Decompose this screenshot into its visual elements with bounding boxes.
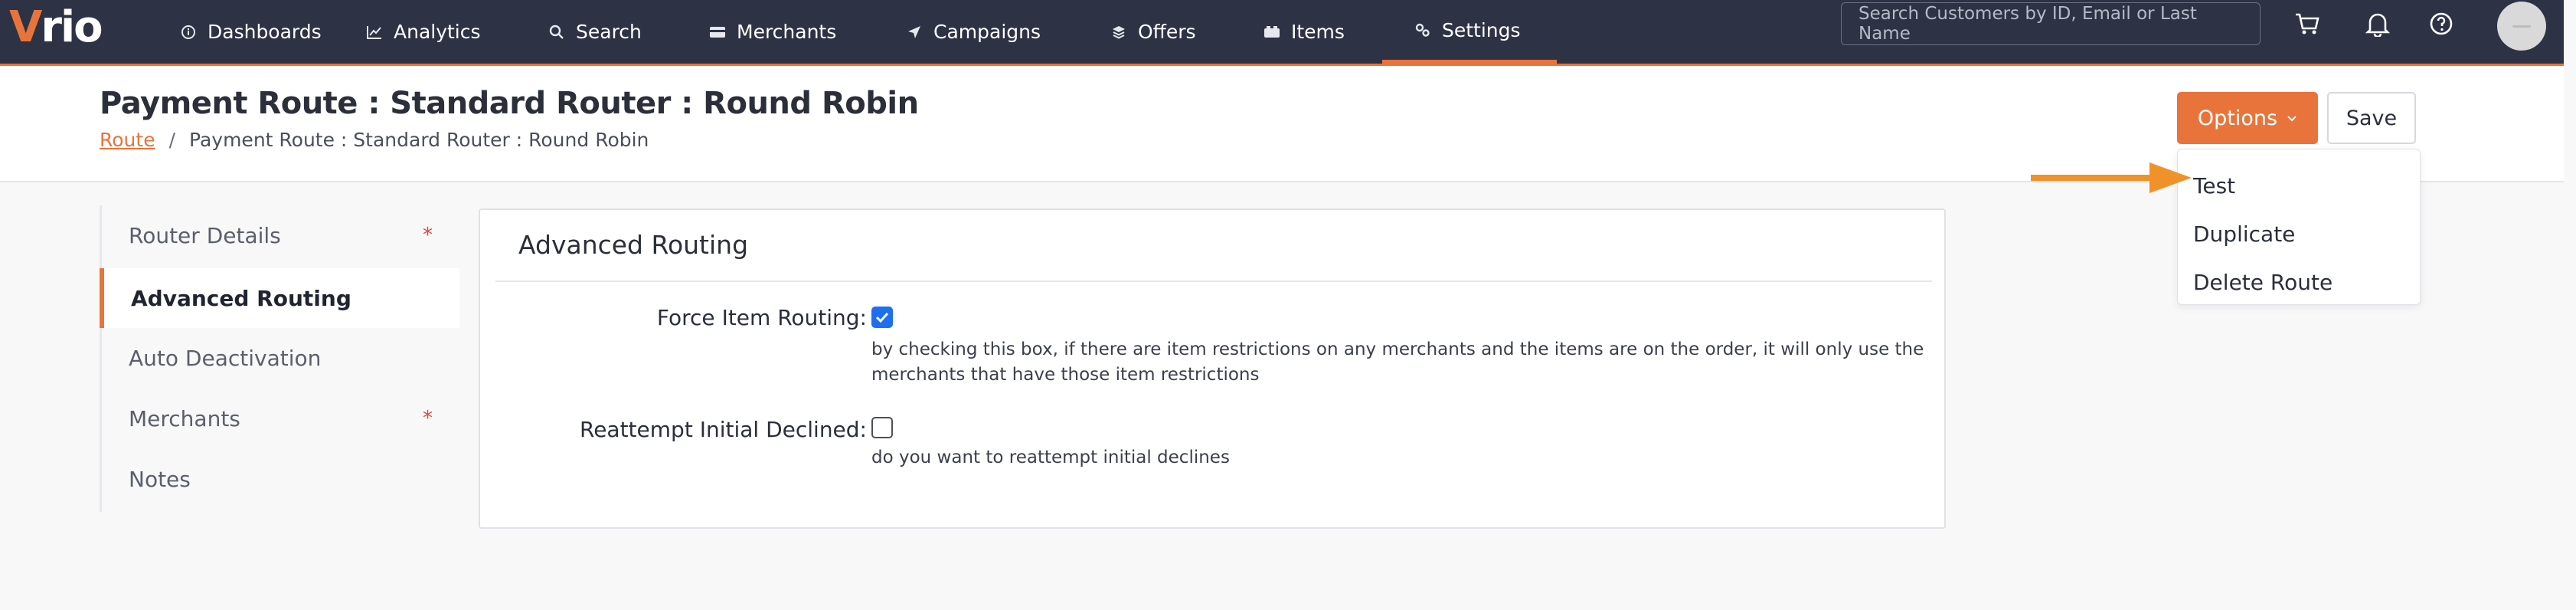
- pointer-arrow-annotation: [2031, 162, 2192, 193]
- nav-label: Offers: [1138, 21, 1196, 43]
- help-icon[interactable]: [2427, 9, 2456, 38]
- nav-label: Dashboards: [208, 21, 322, 43]
- required-marker: *: [423, 407, 433, 430]
- reattempt-initial-declined-help: do you want to reattempt initial decline…: [871, 445, 1928, 471]
- breadcrumb-current: Payment Route : Standard Router : Round …: [189, 129, 649, 151]
- send-icon: [906, 24, 923, 41]
- nav-label: Campaigns: [933, 21, 1041, 43]
- line-chart-icon: [366, 24, 383, 41]
- options-button-label: Options: [2197, 106, 2278, 130]
- settings-icon: [1414, 21, 1431, 38]
- nav-item-dashboards[interactable]: Dashboards: [180, 0, 322, 64]
- menu-item-test[interactable]: Test: [2178, 162, 2420, 210]
- nav-label: Search: [576, 21, 642, 43]
- help-line: by checking this box, if there are item …: [871, 339, 1924, 359]
- side-item-label: Router Details: [129, 222, 281, 248]
- force-item-routing-checkbox[interactable]: [871, 307, 893, 328]
- card-title: Advanced Routing: [518, 230, 749, 260]
- layers-icon: [1110, 24, 1127, 41]
- breadcrumb: Route / Payment Route : Standard Router …: [100, 129, 649, 151]
- side-item-label: Auto Deactivation: [129, 345, 322, 371]
- avatar-placeholder: [2512, 25, 2531, 28]
- menu-item-duplicate[interactable]: Duplicate: [2178, 210, 2420, 258]
- reattempt-initial-declined-checkbox[interactable]: [871, 417, 893, 438]
- advanced-routing-card: Advanced Routing Force Item Routing: by …: [479, 208, 1946, 529]
- side-item-label: Merchants: [129, 405, 240, 431]
- nav-item-campaigns[interactable]: Campaigns: [906, 0, 1041, 64]
- card-divider: [495, 280, 1932, 282]
- nav-label: Items: [1291, 21, 1345, 43]
- menu-item-delete-route[interactable]: Delete Route: [2178, 258, 2420, 307]
- force-item-routing-label: Force Item Routing:: [656, 305, 867, 330]
- route-side-menu: Router Details * Advanced Routing Auto D…: [100, 205, 459, 512]
- side-item-advanced-routing[interactable]: Advanced Routing: [100, 268, 459, 328]
- reattempt-initial-declined-label: Reattempt Initial Declined:: [580, 417, 867, 442]
- side-item-auto-deactivation[interactable]: Auto Deactivation: [102, 328, 462, 388]
- save-button[interactable]: Save: [2327, 92, 2416, 144]
- breadcrumb-link-route[interactable]: Route: [100, 129, 155, 151]
- options-button[interactable]: Options: [2177, 92, 2318, 144]
- help-line: do you want to reattempt initial decline…: [871, 448, 1230, 467]
- search-placeholder: Search Customers by ID, Email or Last Na…: [1858, 4, 2197, 44]
- breadcrumb-separator: /: [168, 129, 176, 151]
- page-title: Payment Route : Standard Router : Round …: [100, 86, 919, 121]
- options-dropdown-menu: Test Duplicate Delete Route: [2177, 149, 2421, 305]
- info-circle-icon: [180, 24, 197, 41]
- search-icon: [548, 24, 565, 41]
- nav-label: Merchants: [737, 21, 837, 43]
- top-navigation-bar: Vrio Dashboards Analytics Search Merchan…: [0, 0, 2564, 66]
- required-marker: *: [423, 224, 433, 247]
- nav-item-settings[interactable]: Settings: [1382, 0, 1557, 64]
- side-item-label: Advanced Routing: [131, 285, 351, 311]
- checkmark-icon: [875, 312, 889, 323]
- side-item-merchants[interactable]: Merchants *: [102, 389, 462, 448]
- nav-label: Settings: [1442, 18, 1521, 41]
- customer-search-input[interactable]: Search Customers by ID, Email or Last Na…: [1841, 2, 2261, 45]
- side-item-notes[interactable]: Notes: [102, 449, 462, 509]
- nav-item-analytics[interactable]: Analytics: [366, 0, 481, 64]
- nav-label: Analytics: [394, 21, 481, 43]
- card-icon: [709, 24, 726, 41]
- nav-item-search[interactable]: Search: [548, 0, 642, 64]
- vrio-logo[interactable]: Vrio: [9, 5, 103, 51]
- side-item-label: Notes: [129, 466, 191, 492]
- nav-item-items[interactable]: Items: [1263, 0, 1345, 64]
- cart-icon[interactable]: [2293, 9, 2322, 38]
- user-avatar[interactable]: [2497, 2, 2546, 51]
- chevron-down-icon: [2287, 110, 2297, 126]
- bell-icon[interactable]: [2363, 9, 2392, 38]
- box-icon: [1263, 24, 1280, 41]
- help-line: merchants that have those item restricti…: [871, 365, 1260, 385]
- force-item-routing-help: by checking this box, if there are item …: [871, 337, 1928, 388]
- nav-item-offers[interactable]: Offers: [1110, 0, 1196, 64]
- side-item-router-details[interactable]: Router Details *: [102, 205, 462, 265]
- nav-item-merchants[interactable]: Merchants: [709, 0, 836, 64]
